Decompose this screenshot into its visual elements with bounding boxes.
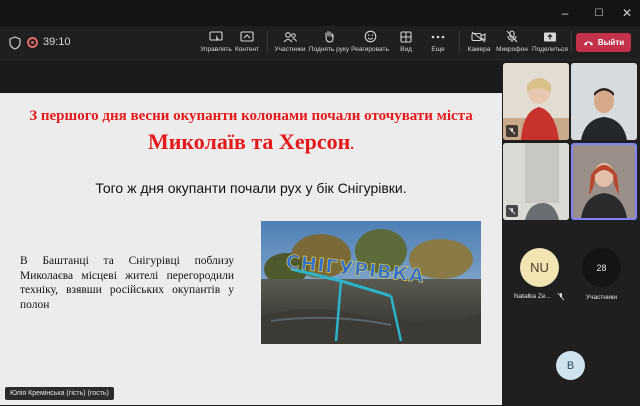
toolbar-divider [571, 31, 572, 53]
slide-body-text: В Баштанці та Снігурівці поблизу Миколає… [20, 255, 234, 311]
content-button[interactable]: Контент [232, 29, 262, 57]
participant-video-active-speaker[interactable] [571, 143, 637, 220]
toolbar-divider [459, 31, 460, 53]
control-button[interactable]: Управлять [196, 29, 236, 57]
participant-video-1[interactable] [503, 63, 569, 140]
share-screen-icon [542, 29, 558, 44]
participant-video-3[interactable] [503, 143, 569, 220]
participant-name-nu: Natalka Ze... [514, 293, 551, 300]
people-icon [282, 29, 298, 44]
participant-video-frame [571, 63, 637, 140]
snihurivka-sign-photo: СНІГУРІВКА [261, 221, 481, 344]
participant-avatar-b[interactable]: B [556, 351, 585, 380]
camera-button[interactable]: Камера [465, 29, 493, 57]
slide-subheading: Того ж дня окупанти почали рух у бік Сні… [95, 180, 407, 196]
meeting-toolbar: 39:10 Управлять Контент Участники Поднят… [0, 26, 640, 60]
smile-icon [362, 29, 378, 44]
shared-screen: З першого дня весни окупанти колонами по… [0, 60, 502, 406]
muted-icon [506, 205, 518, 217]
hand-icon [321, 29, 337, 44]
participant-video-2[interactable] [571, 63, 637, 140]
close-button[interactable]: ✕ [612, 0, 640, 26]
content-icon [239, 29, 255, 44]
participant-count-label: Участники [586, 294, 618, 301]
shield-icon [9, 36, 21, 50]
control-icon [208, 29, 224, 44]
title-bar: – ☐ ✕ [0, 0, 640, 26]
maximize-button[interactable]: ☐ [584, 0, 614, 26]
mic-off-icon [504, 29, 520, 44]
phone-hangup-icon [583, 41, 593, 45]
more-dots-icon [430, 29, 446, 44]
slide-heading-cities: Миколаїв та Херсон. [147, 129, 355, 154]
muted-icon [506, 125, 518, 137]
presenter-name-tag: Юлія Кремінська (гість) (гость) [5, 387, 114, 400]
raise-hand-button[interactable]: Поднять руку [308, 29, 350, 57]
leave-button[interactable]: Выйти [576, 33, 631, 52]
view-button[interactable]: Вид [394, 29, 418, 57]
minimize-button[interactable]: – [550, 0, 580, 26]
share-button[interactable]: Поделиться [531, 29, 569, 57]
camera-off-icon [471, 29, 487, 44]
grid-view-icon [398, 29, 414, 44]
presentation-slide: З першого дня весни окупанти колонами по… [0, 93, 502, 405]
meeting-timer: 39:10 [43, 36, 71, 48]
mic-button[interactable]: Микрофон [495, 29, 529, 57]
participant-video-frame [573, 145, 635, 218]
participant-count-badge[interactable]: 28 [582, 248, 621, 287]
toolbar-divider [267, 31, 268, 53]
muted-icon [557, 292, 565, 301]
react-button[interactable]: Реагировать [350, 29, 390, 57]
participant-avatar-nu[interactable]: NU [520, 248, 559, 287]
recording-icon [27, 37, 38, 48]
participants-button[interactable]: Участники [272, 29, 308, 57]
more-button[interactable]: Еще [426, 29, 450, 57]
slide-heading: З першого дня весни окупанти колонами по… [29, 108, 473, 124]
